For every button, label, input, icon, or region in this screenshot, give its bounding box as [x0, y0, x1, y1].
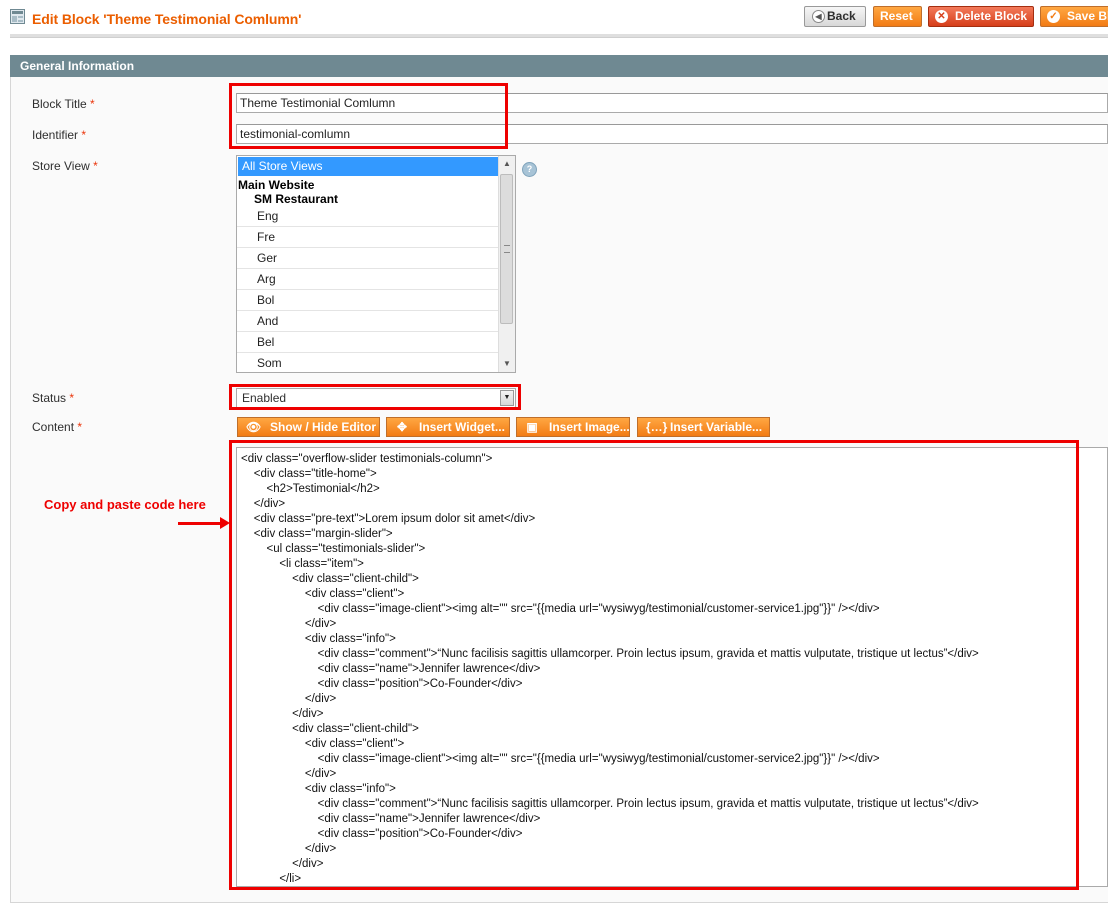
code-line: </div>	[241, 693, 337, 705]
fieldset-header: General Information	[10, 55, 1108, 77]
page-title: Edit Block 'Theme Testimonial Comlumn'	[32, 11, 302, 27]
variable-icon: {…}	[646, 420, 668, 434]
cms-block-icon	[10, 9, 25, 24]
code-line: <div class="client-child">	[241, 573, 419, 585]
content-label-text: Content	[32, 420, 75, 434]
header-divider	[10, 34, 1108, 38]
insert-variable-button[interactable]: {…} Insert Variable...	[637, 417, 770, 437]
code-line: <div class="client-child">	[241, 723, 419, 735]
insert-image-label: Insert Image...	[549, 420, 630, 434]
status-label: Status *	[32, 391, 74, 405]
code-line: <div class="comment">“Nunc facilisis sag…	[241, 648, 979, 660]
code-line: <div class="position">Co-Founder</div>	[241, 828, 523, 840]
code-line: <div class="image-client"><img alt="" sr…	[241, 753, 880, 765]
code-line: <div class="info">	[241, 783, 396, 795]
required-mark: *	[81, 128, 87, 142]
save-check-icon: ✓	[1047, 10, 1060, 23]
back-button-label: Back	[827, 9, 856, 23]
help-icon[interactable]: ?	[522, 162, 537, 177]
required-mark: *	[77, 420, 83, 434]
store-view-group-main-website: Main Website	[238, 178, 315, 192]
insert-widget-label: Insert Widget...	[419, 420, 505, 434]
store-view-option-all[interactable]: All Store Views	[238, 157, 499, 176]
code-line: </div>	[241, 858, 324, 870]
image-icon: ▣	[526, 420, 538, 434]
code-line: <div class="title-home">	[241, 468, 377, 480]
code-line: <div class="comment">“Nunc facilisis sag…	[241, 798, 979, 810]
delete-x-icon: ✕	[935, 10, 948, 23]
code-line: </div>	[241, 498, 286, 510]
store-view-multiselect[interactable]: All Store Views Main Website SM Restaura…	[236, 155, 516, 373]
store-view-label: Store View *	[32, 159, 98, 173]
show-hide-editor-label: Show / Hide Editor	[270, 420, 377, 434]
code-line: </div>	[241, 618, 337, 630]
scrollbar-grip-icon	[504, 245, 510, 253]
save-button-label: Save Bl	[1067, 9, 1108, 23]
identifier-label-text: Identifier	[32, 128, 79, 142]
code-line: </div>	[241, 708, 324, 720]
identifier-input[interactable]	[236, 124, 1108, 144]
store-view-option[interactable]: Som	[237, 353, 499, 372]
insert-image-button[interactable]: ▣ Insert Image...	[516, 417, 630, 437]
block-title-label-text: Block Title	[32, 97, 87, 111]
scroll-down-arrow-icon[interactable]: ▼	[499, 356, 515, 372]
reset-button[interactable]: Reset	[873, 6, 922, 27]
status-select-value: Enabled	[242, 391, 287, 405]
code-line: </div>	[241, 843, 337, 855]
store-view-option[interactable]: Ger	[237, 248, 499, 269]
insert-widget-button[interactable]: ✥ Insert Widget...	[386, 417, 510, 437]
content-textarea[interactable]: <div class="overflow-slider testimonials…	[236, 447, 1108, 887]
insert-variable-label: Insert Variable...	[670, 420, 763, 434]
code-line: <div class="overflow-slider testimonials…	[241, 453, 493, 465]
store-view-option[interactable]: Eng	[237, 206, 499, 227]
required-mark: *	[93, 159, 98, 173]
code-line: <div class="info">	[241, 633, 396, 645]
delete-button-label: Delete Block	[955, 9, 1028, 23]
code-line: <div class="image-client"><img alt="" sr…	[241, 603, 880, 615]
code-line: <h2>Testimonial</h2>	[241, 483, 380, 495]
scrollbar-thumb[interactable]	[500, 174, 513, 324]
back-arrow-icon: ◀	[812, 10, 825, 23]
show-hide-editor-button[interactable]: 👁 Show / Hide Editor	[237, 417, 380, 437]
code-line: <div class="margin-slider">	[241, 528, 393, 540]
code-line: </li>	[241, 873, 302, 885]
store-view-option[interactable]: Arg	[237, 269, 499, 290]
widget-icon: ✥	[396, 420, 408, 434]
chevron-down-icon[interactable]: ▼	[500, 390, 514, 406]
save-block-button[interactable]: ✓ Save Bl	[1040, 6, 1108, 27]
annotation-arrow-icon	[220, 517, 230, 529]
code-line: </div>	[241, 768, 337, 780]
store-view-group-sm-restaurant: SM Restaurant	[254, 192, 339, 206]
required-mark: *	[69, 391, 75, 405]
store-view-option[interactable]: Bol	[237, 290, 499, 311]
store-view-option[interactable]: And	[237, 311, 499, 332]
store-view-option[interactable]: Fre	[237, 227, 499, 248]
annotation-note: Copy and paste code here	[44, 497, 206, 512]
code-line: <div class="position">Co-Founder</div>	[241, 678, 523, 690]
store-view-scrollbar[interactable]: ▲ ▼	[498, 156, 515, 372]
block-title-input[interactable]	[236, 93, 1108, 113]
required-mark: *	[90, 97, 95, 111]
eye-icon: 👁	[246, 420, 262, 434]
block-title-label: Block Title *	[32, 97, 95, 111]
code-line: <li class="item">	[241, 558, 364, 570]
code-line: <div class="client">	[241, 738, 405, 750]
code-line: <div class="pre-text">Lorem ipsum dolor …	[241, 513, 536, 525]
code-line: <div class="client">	[241, 588, 405, 600]
content-label: Content *	[32, 420, 82, 434]
delete-block-button[interactable]: ✕ Delete Block	[928, 6, 1034, 27]
identifier-label: Identifier *	[32, 128, 86, 142]
code-line: <div class="name">Jennifer lawrence</div…	[241, 663, 541, 675]
status-label-text: Status	[32, 391, 67, 405]
code-line: <div class="name">Jennifer lawrence</div…	[241, 813, 541, 825]
status-select[interactable]: Enabled ▼	[236, 388, 516, 408]
code-line: <ul class="testimonials-slider">	[241, 543, 426, 555]
store-view-option[interactable]: Bel	[237, 332, 499, 353]
scroll-up-arrow-icon[interactable]: ▲	[499, 156, 515, 172]
back-button[interactable]: ◀ Back	[804, 6, 866, 27]
store-view-label-text: Store View	[32, 159, 90, 173]
annotation-arrow-shaft	[178, 522, 222, 525]
